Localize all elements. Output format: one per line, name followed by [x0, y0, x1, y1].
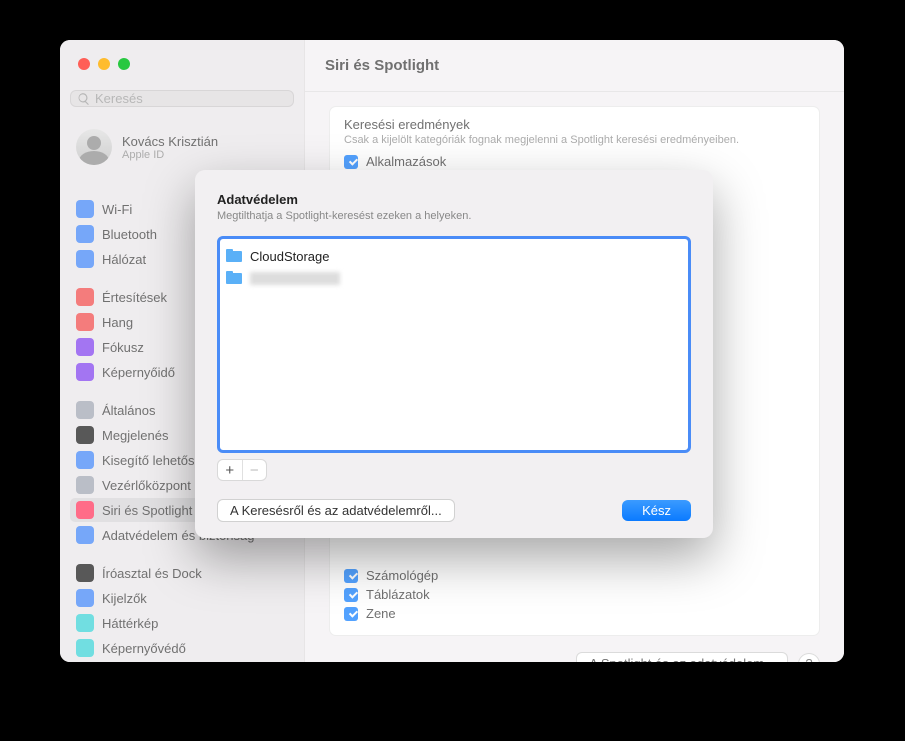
sidebar-item-label: Vezérlőközpont — [102, 478, 191, 493]
siri-icon — [76, 501, 94, 519]
sidebar-item--r-asztal-s-dock[interactable]: Íróasztal és Dock — [70, 561, 294, 585]
wallpaper-icon — [76, 614, 94, 632]
panel-subtitle: Csak a kijelölt kategóriák fognak megjel… — [344, 134, 805, 146]
checkbox-icon[interactable] — [344, 607, 358, 621]
about-search-privacy-button[interactable]: A Keresésről és az adatvédelemről... — [217, 499, 455, 522]
excluded-locations-list[interactable]: CloudStorage — [217, 236, 691, 453]
sidebar-item-label: Hang — [102, 315, 133, 330]
account-row[interactable]: Kovács Krisztián Apple ID — [70, 125, 294, 169]
sidebar-item-label: Siri és Spotlight — [102, 503, 192, 518]
category-label: Táblázatok — [366, 587, 430, 602]
sound-icon — [76, 313, 94, 331]
sidebar-item-kijelz-k[interactable]: Kijelzők — [70, 586, 294, 610]
sidebar-group-desktop: Íróasztal és Dock Kijelzők Háttérkép Képern… — [70, 561, 294, 662]
sidebar-item-label: Fókusz — [102, 340, 144, 355]
hand-icon — [76, 526, 94, 544]
close-icon[interactable] — [78, 58, 90, 70]
category-row[interactable]: Alkalmazások — [344, 154, 805, 169]
accessibility-icon — [76, 451, 94, 469]
sidebar-item-label: Íróasztal és Dock — [102, 566, 202, 581]
sidebar-item-label: Képernyőidő — [102, 365, 175, 380]
control-icon — [76, 476, 94, 494]
folder-icon — [226, 271, 242, 285]
spotlight-privacy-button[interactable]: A Spotlight és az adatvédelem... — [576, 652, 788, 662]
bell-icon — [76, 288, 94, 306]
category-label: Zene — [366, 606, 396, 621]
category-row[interactable]: Táblázatok — [344, 587, 805, 602]
privacy-sheet: Adatvédelem Megtilthatja a Spotlight-ker… — [195, 170, 713, 538]
account-name: Kovács Krisztián — [122, 134, 218, 149]
sidebar-item-energiatakar-koss-g[interactable]: Energiatakarékosság — [70, 661, 294, 662]
sheet-title: Adatvédelem — [217, 192, 691, 207]
search-icon — [77, 92, 91, 106]
footer-row: A Spotlight és az adatvédelem... ? — [329, 652, 820, 662]
gear-icon — [76, 401, 94, 419]
sheet-subtitle: Megtilthatja a Spotlight-keresést ezeken… — [217, 210, 691, 222]
displays-icon — [76, 589, 94, 607]
sidebar-item-label: Képernyővédő — [102, 641, 186, 656]
sidebar-item-label: Általános — [102, 403, 155, 418]
dock-icon — [76, 564, 94, 582]
remove-button[interactable]: − — [243, 460, 267, 480]
sidebar-item-label: Értesítések — [102, 290, 167, 305]
sidebar-item-label: Bluetooth — [102, 227, 157, 242]
category-row[interactable]: Számológép — [344, 568, 805, 583]
sidebar-item-label: Wi-Fi — [102, 202, 132, 217]
category-label: Számológép — [366, 568, 438, 583]
sidebar-item-label: Kijelzők — [102, 591, 147, 606]
sidebar-item-k-perny-v-d-[interactable]: Képernyővédő — [70, 636, 294, 660]
avatar — [76, 129, 112, 165]
sidebar-item-h-tt-rk-p[interactable]: Háttérkép — [70, 611, 294, 635]
account-sub: Apple ID — [122, 149, 218, 161]
appearance-icon — [76, 426, 94, 444]
help-button[interactable]: ? — [798, 653, 820, 663]
network-icon — [76, 250, 94, 268]
screensaver-icon — [76, 639, 94, 657]
add-button[interactable]: + — [218, 460, 243, 480]
panel-title: Keresési eredmények — [344, 117, 805, 132]
moon-icon — [76, 338, 94, 356]
minimize-icon[interactable] — [98, 58, 110, 70]
sidebar-item-label: Háttérkép — [102, 616, 158, 631]
window-controls — [78, 58, 130, 70]
folder-icon — [226, 249, 242, 263]
folder-row[interactable]: CloudStorage — [226, 245, 682, 267]
category-row[interactable]: Zene — [344, 606, 805, 621]
sidebar-item-label: Hálózat — [102, 252, 146, 267]
folder-row[interactable] — [226, 267, 682, 289]
add-remove-control: + − — [217, 459, 267, 481]
search-placeholder: Keresés — [95, 91, 143, 106]
checkbox-icon[interactable] — [344, 569, 358, 583]
sidebar-item-label: Megjelenés — [102, 428, 169, 443]
hourglass-icon — [76, 363, 94, 381]
redacted-folder-name — [250, 272, 340, 285]
zoom-icon[interactable] — [118, 58, 130, 70]
category-label: Alkalmazások — [366, 154, 446, 169]
page-title: Siri és Spotlight — [305, 40, 844, 92]
wifi-icon — [76, 200, 94, 218]
checkbox-icon[interactable] — [344, 588, 358, 602]
bluetooth-icon — [76, 225, 94, 243]
search-input[interactable]: Keresés — [70, 90, 294, 107]
folder-name: CloudStorage — [250, 249, 330, 264]
checkbox-icon[interactable] — [344, 155, 358, 169]
done-button[interactable]: Kész — [622, 500, 691, 521]
